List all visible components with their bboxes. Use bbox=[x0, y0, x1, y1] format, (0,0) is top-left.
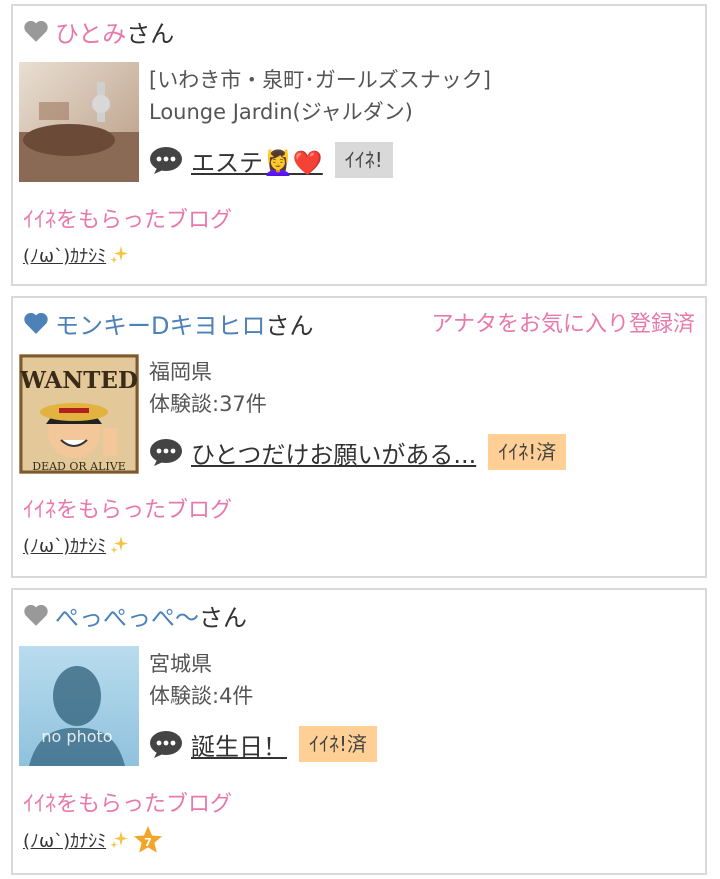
blog-link-text: (ﾉω`)ｶﾅｼﾐ bbox=[23, 536, 107, 557]
star-badge-icon: 7 bbox=[134, 826, 163, 853]
message-link[interactable]: エステ💆‍♀️❤️ bbox=[191, 143, 323, 178]
shop-name: Lounge Jardin(ジャルダン) bbox=[149, 100, 413, 124]
sparkle-icon bbox=[110, 831, 129, 849]
user-name-link[interactable]: ひとみ bbox=[55, 14, 126, 49]
user-thumbnail[interactable] bbox=[19, 62, 139, 182]
user-prefecture: 宮城県 bbox=[149, 652, 212, 676]
thumbnail-image: no photo bbox=[19, 646, 139, 766]
shop-location: [いわき市・泉町･ガールズスナック] bbox=[149, 68, 491, 92]
iine-button[interactable]: ｲｲﾈ! bbox=[334, 142, 393, 178]
blog-link[interactable]: (ﾉω`)ｶﾅｼﾐ 7 bbox=[23, 824, 164, 856]
message-row: エステ💆‍♀️❤️ ｲｲﾈ! bbox=[149, 142, 393, 178]
blog-link-text: (ﾉω`)ｶﾅｼﾐ bbox=[23, 831, 107, 852]
user-info: 福岡県 体験談:37件 bbox=[149, 356, 267, 420]
speech-bubble-icon bbox=[150, 731, 182, 758]
heart-icon[interactable] bbox=[23, 603, 49, 627]
name-suffix: さん bbox=[126, 19, 175, 48]
user-card: モンキーDキヨヒロ さん アナタをお気に入り登録済 WANTED DEAD OR… bbox=[11, 296, 707, 578]
speech-bubble-icon bbox=[150, 147, 182, 174]
user-thumbnail[interactable]: WANTED DEAD OR ALIVE bbox=[19, 354, 139, 474]
thumbnail-text: WANTED bbox=[19, 367, 138, 394]
sparkle-icon bbox=[110, 536, 129, 554]
user-name-link[interactable]: モンキーDキヨヒロ bbox=[55, 306, 265, 341]
user-info: [いわき市・泉町･ガールズスナック] Lounge Jardin(ジャルダン) bbox=[149, 64, 491, 128]
blog-link-text: (ﾉω`)ｶﾅｼﾐ bbox=[23, 246, 107, 267]
user-card: ひとみ さん [いわき市・泉町･ガールズスナック] Lounge Jardin(… bbox=[11, 4, 707, 286]
card-header: モンキーDキヨヒロ さん bbox=[23, 306, 314, 341]
heart-icon[interactable] bbox=[23, 311, 49, 335]
blog-link[interactable]: (ﾉω`)ｶﾅｼﾐ bbox=[23, 532, 130, 558]
heart-icon[interactable] bbox=[23, 19, 49, 43]
star-badge-number: 7 bbox=[144, 836, 152, 849]
user-thumbnail[interactable]: no photo bbox=[19, 646, 139, 766]
card-header: ぺっぺっぺ〜 さん bbox=[23, 598, 247, 633]
thumbnail-image: WANTED DEAD OR ALIVE bbox=[19, 354, 139, 474]
user-name-link[interactable]: ぺっぺっぺ〜 bbox=[55, 598, 199, 633]
review-count: 体験談:4件 bbox=[149, 684, 254, 708]
name-suffix: さん bbox=[199, 603, 247, 632]
user-card: ぺっぺっぺ〜 さん no photo 宮城県 体験談:4件 誕生日！ ｲｲﾈ!済… bbox=[11, 588, 707, 875]
thumbnail-image bbox=[19, 62, 139, 182]
message-link[interactable]: ひとつだけお願いがある... bbox=[191, 435, 476, 470]
thumbnail-text: no photo bbox=[41, 727, 112, 746]
blog-section-title: ｲｲﾈをもらったブログ bbox=[23, 208, 233, 233]
blog-section-title: ｲｲﾈをもらったブログ bbox=[23, 498, 233, 523]
speech-bubble-icon bbox=[150, 439, 182, 466]
review-count: 体験談:37件 bbox=[149, 392, 267, 416]
blog-section-title: ｲｲﾈをもらったブログ bbox=[23, 792, 233, 817]
user-prefecture: 福岡県 bbox=[149, 360, 212, 384]
iine-done-button[interactable]: ｲｲﾈ!済 bbox=[299, 726, 378, 762]
blog-link[interactable]: (ﾉω`)ｶﾅｼﾐ bbox=[23, 242, 130, 268]
message-row: ひとつだけお願いがある... ｲｲﾈ!済 bbox=[149, 434, 567, 470]
user-info: 宮城県 体験談:4件 bbox=[149, 648, 253, 712]
iine-done-button[interactable]: ｲｲﾈ!済 bbox=[488, 434, 567, 470]
sparkle-icon bbox=[110, 246, 129, 264]
name-suffix: さん bbox=[265, 311, 314, 340]
message-link[interactable]: 誕生日！ bbox=[191, 727, 287, 762]
favorite-status: アナタをお気に入り登録済 bbox=[431, 312, 695, 337]
thumbnail-subtext: DEAD OR ALIVE bbox=[32, 460, 125, 473]
card-header: ひとみ さん bbox=[23, 14, 175, 49]
message-row: 誕生日！ ｲｲﾈ!済 bbox=[149, 726, 378, 762]
